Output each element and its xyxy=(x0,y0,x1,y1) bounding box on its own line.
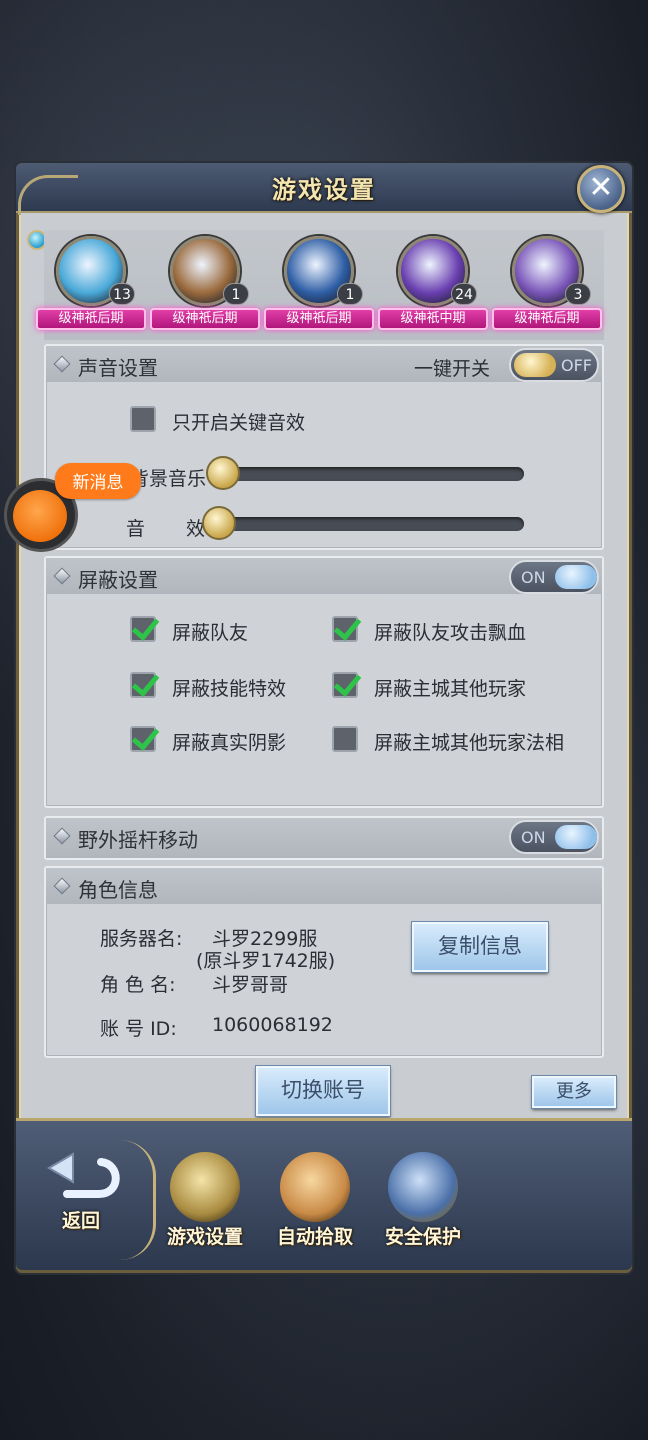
pickup-bag-icon xyxy=(280,1152,350,1222)
master-switch-label: 一键开关 xyxy=(414,358,491,380)
sound-section: 声音设置 一键开关 OFF 只开启关键音效 背景音乐 音 效 xyxy=(44,344,604,550)
new-message-badge[interactable]: 新消息 xyxy=(55,463,141,499)
block-checkbox[interactable] xyxy=(130,672,156,698)
toggle-state: ON xyxy=(521,568,546,587)
account-id-value: 1060068192 xyxy=(212,1014,333,1036)
block-title: 屏蔽设置 xyxy=(78,568,158,592)
joystick-toggle[interactable]: ON xyxy=(509,820,599,854)
hero-card[interactable]: 3 级神祇后期 xyxy=(492,236,602,336)
toggle-state: OFF xyxy=(561,356,592,375)
nav-auto-pickup[interactable]: 自动拾取 xyxy=(262,1152,368,1249)
switch-account-button[interactable]: 切换账号 xyxy=(256,1066,390,1116)
role-name-value: 斗罗哥哥 xyxy=(212,974,289,996)
sfx-label-1: 音 xyxy=(126,518,146,540)
divider-ornament xyxy=(120,1140,156,1260)
hero-rank-badge: 级神祇后期 xyxy=(150,308,260,330)
key-sound-label: 只开启关键音效 xyxy=(172,412,306,434)
account-id-label: 账 号 ID: xyxy=(100,1018,177,1040)
role-name-label: 角 色 名: xyxy=(100,974,176,996)
role-section: 角色信息 服务器名: 斗罗2299服 (原斗罗1742服) 角 色 名: 斗罗哥… xyxy=(44,866,604,1058)
gear-icon xyxy=(170,1152,240,1222)
shield-lock-icon xyxy=(388,1152,458,1222)
block-toggle[interactable]: ON xyxy=(509,560,599,594)
hero-card[interactable]: 1 级神祇后期 xyxy=(264,236,374,336)
toggle-knob xyxy=(555,825,597,849)
nav-label: 自动拾取 xyxy=(276,1226,353,1248)
hero-card[interactable]: 1 级神祇后期 xyxy=(150,236,260,336)
hero-rank-badge: 级神祇后期 xyxy=(264,308,374,330)
hero-count: 1 xyxy=(337,283,363,305)
block-option-label: 屏蔽真实阴影 xyxy=(172,732,287,754)
hero-count: 3 xyxy=(565,283,591,305)
hero-rank-badge: 级神祇后期 xyxy=(36,308,146,330)
toggle-knob xyxy=(555,565,597,589)
toggle-state: ON xyxy=(521,828,546,847)
back-arrow-icon xyxy=(36,1150,126,1206)
copy-info-button[interactable]: 复制信息 xyxy=(412,922,548,972)
music-slider[interactable] xyxy=(230,467,524,481)
block-checkbox[interactable] xyxy=(130,726,156,752)
block-checkbox[interactable] xyxy=(332,726,358,752)
nav-security[interactable]: 安全保护 xyxy=(370,1152,476,1249)
music-label: 背景音乐 xyxy=(130,468,207,490)
block-section: 屏蔽设置 ON 屏蔽队友 屏蔽队友攻击飘血屏蔽技能特效 屏蔽主城其他玩家屏蔽真实阴影… xyxy=(44,556,604,808)
sound-title: 声音设置 xyxy=(78,356,158,380)
master-sound-toggle[interactable]: OFF xyxy=(509,348,599,382)
server-original: (原斗罗1742服) xyxy=(196,950,336,972)
block-option-label: 屏蔽主城其他玩家法相 xyxy=(374,732,565,754)
joystick-section: 野外摇杆移动 ON xyxy=(44,816,604,860)
joystick-title: 野外摇杆移动 xyxy=(78,828,198,852)
hero-rank-badge: 级神祇中期 xyxy=(378,308,488,330)
key-sound-checkbox[interactable] xyxy=(130,406,156,432)
block-option-label: 屏蔽主城其他玩家 xyxy=(374,678,527,700)
block-checkbox[interactable] xyxy=(130,616,156,642)
block-option-label: 屏蔽队友 xyxy=(172,622,249,644)
hero-count: 24 xyxy=(451,283,477,305)
hero-rank-badge: 级神祇后期 xyxy=(492,308,602,330)
hero-card[interactable]: 13 级神祇后期 xyxy=(36,236,146,336)
page-title: 游戏设置 xyxy=(272,175,376,204)
nav-game-settings[interactable]: 游戏设置 xyxy=(152,1152,258,1249)
back-button[interactable]: 返回 xyxy=(36,1150,126,1233)
mascot-icon[interactable] xyxy=(13,490,67,542)
block-checkbox[interactable] xyxy=(332,672,358,698)
sfx-slider-handle[interactable] xyxy=(202,506,236,540)
back-label: 返回 xyxy=(61,1210,100,1232)
role-title: 角色信息 xyxy=(78,878,158,902)
block-checkbox[interactable] xyxy=(332,616,358,642)
music-slider-handle[interactable] xyxy=(206,456,240,490)
sfx-slider[interactable] xyxy=(226,517,524,531)
hero-count: 1 xyxy=(223,283,249,305)
block-option-label: 屏蔽技能特效 xyxy=(172,678,287,700)
more-button[interactable]: 更多 xyxy=(532,1076,616,1108)
block-option-label: 屏蔽队友攻击飘血 xyxy=(374,622,527,644)
server-label: 服务器名: xyxy=(100,928,183,950)
hero-count: 13 xyxy=(109,283,135,305)
close-button[interactable]: ✕ xyxy=(577,165,625,213)
hero-card[interactable]: 24 级神祇中期 xyxy=(378,236,488,336)
nav-label: 安全保护 xyxy=(384,1226,461,1248)
nav-label: 游戏设置 xyxy=(166,1226,243,1248)
toggle-knob xyxy=(514,353,556,377)
